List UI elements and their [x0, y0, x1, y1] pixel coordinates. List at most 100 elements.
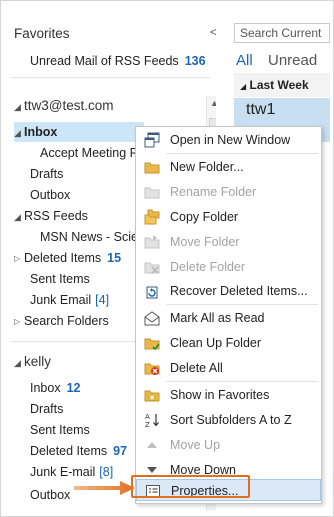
recover-icon — [144, 283, 160, 299]
unread-count: 12 — [66, 381, 81, 395]
svg-text:Z: Z — [145, 421, 150, 428]
menu-item-move-folder[interactable]: Move Folder — [136, 231, 321, 253]
menu-item-label: Delete Folder — [170, 260, 246, 274]
unread-count: 136 — [184, 54, 206, 68]
favorite-item[interactable]: Unread Mail of RSS Feeds 136 — [30, 51, 206, 71]
copy-folder-icon — [144, 209, 160, 225]
unread-count: 15 — [107, 251, 122, 265]
delete-all-icon — [144, 360, 160, 376]
mail-sender: ttw1 — [246, 101, 276, 118]
menu-separator — [166, 304, 318, 305]
folder-label: Deleted Items — [24, 251, 102, 265]
menu-item-sort-subfolders[interactable]: AZ Sort Subfolders A to Z — [136, 409, 321, 431]
cleanup-icon — [144, 335, 160, 351]
menu-item-label: Show in Favorites — [170, 388, 270, 402]
new-window-icon — [144, 132, 160, 148]
folder-drafts[interactable]: Drafts — [30, 164, 63, 184]
unread-count: 97 — [113, 444, 128, 458]
folder-label: RSS Feeds — [24, 209, 88, 223]
folder-label: Junk Email — [30, 293, 92, 307]
folder-context-menu: Open in New Window New Folder... Rename … — [135, 126, 322, 504]
group-header-label: Last Week — [249, 78, 309, 92]
menu-item-delete-all[interactable]: Delete All — [136, 357, 321, 379]
folder-msn-news[interactable]: MSN News - Scien — [40, 227, 145, 247]
folder-rss-feeds[interactable]: ◢ RSS Feeds — [14, 206, 88, 226]
menu-item-label: Move Up — [170, 438, 221, 452]
menu-item-label: Mark All as Read — [170, 311, 265, 325]
menu-item-open-new-window[interactable]: Open in New Window — [136, 129, 321, 151]
folder-search-folders[interactable]: ▷ Search Folders — [14, 311, 109, 331]
delete-folder-icon — [144, 259, 160, 275]
menu-item-copy-folder[interactable]: Copy Folder — [136, 206, 321, 228]
unread-count: [8] — [99, 465, 114, 479]
folder-deleted-items[interactable]: Deleted Items 97 — [30, 441, 127, 461]
folder-accept-meeting[interactable]: Accept Meeting Re — [40, 143, 146, 163]
menu-item-show-in-favorites[interactable]: Show in Favorites — [136, 384, 321, 406]
menu-separator — [166, 153, 318, 154]
properties-highlight-box — [131, 475, 250, 498]
move-folder-icon — [144, 234, 160, 250]
folder-label: Inbox — [30, 381, 61, 395]
sort-az-icon: AZ — [144, 412, 160, 429]
favorite-item-label: Unread Mail of RSS Feeds — [30, 54, 179, 68]
collapsed-chevron-icon: ▷ — [14, 253, 21, 263]
menu-item-label: Delete All — [170, 361, 223, 375]
folder-outbox[interactable]: Outbox — [30, 185, 70, 205]
scroll-up-icon[interactable]: ▲ — [210, 98, 216, 108]
menu-item-label: Recover Deleted Items... — [170, 284, 308, 298]
favorites-header[interactable]: Favorites — [14, 24, 70, 44]
folder-label: Deleted Items — [30, 444, 108, 458]
move-up-icon — [144, 437, 160, 453]
menu-item-move-up[interactable]: Move Up — [136, 434, 321, 456]
menu-item-label: Open in New Window — [170, 133, 291, 147]
divider — [10, 77, 210, 78]
pointer-arrow-icon — [74, 481, 135, 495]
group-collapse-icon: ◢ — [240, 82, 247, 91]
folder-sent-items[interactable]: Sent Items — [30, 269, 90, 289]
folder-label: Search Folders — [24, 314, 109, 328]
unread-count: [4] — [95, 293, 110, 307]
expanded-chevron-icon: ◢ — [14, 212, 21, 222]
folder-label: Junk E-mail — [30, 465, 96, 479]
new-folder-icon — [144, 159, 160, 175]
tab-all[interactable]: All — [236, 52, 253, 69]
account-email: ttw3@test.com — [24, 98, 114, 113]
account-header[interactable]: ◢ ttw3@test.com — [14, 96, 113, 116]
menu-item-clean-up-folder[interactable]: Clean Up Folder — [136, 332, 321, 354]
menu-item-recover-deleted[interactable]: Recover Deleted Items... — [136, 280, 321, 302]
menu-item-label: Clean Up Folder — [170, 336, 262, 350]
rename-folder-icon — [144, 184, 160, 200]
folder-inbox[interactable]: Inbox 12 — [30, 378, 81, 398]
search-input[interactable]: Search Current — [234, 23, 330, 43]
svg-text:A: A — [145, 413, 150, 421]
collapsed-chevron-icon: ▷ — [14, 316, 21, 326]
tab-unread[interactable]: Unread — [268, 52, 317, 69]
expanded-chevron-icon: ◢ — [14, 358, 21, 368]
favorites-icon — [144, 387, 160, 403]
collapse-pane-icon[interactable]: < — [210, 25, 216, 39]
menu-item-mark-all-read[interactable]: Mark All as Read — [136, 307, 321, 329]
folder-junk-email[interactable]: Junk E-mail [8] — [30, 462, 113, 482]
folder-deleted-items[interactable]: ▷ Deleted Items 15 — [14, 248, 121, 268]
expanded-chevron-icon: ◢ — [14, 102, 21, 112]
menu-item-delete-folder[interactable]: Delete Folder — [136, 256, 321, 278]
group-header[interactable]: ◢ Last Week — [234, 73, 330, 97]
outlook-window: Favorites < Unread Mail of RSS Feeds 136 … — [0, 0, 334, 517]
folder-label: Inbox — [24, 125, 58, 139]
menu-item-rename-folder[interactable]: Rename Folder — [136, 181, 321, 203]
mark-read-icon — [144, 310, 160, 326]
folder-outbox[interactable]: Outbox — [30, 485, 70, 505]
menu-item-label: Sort Subfolders A to Z — [170, 413, 292, 427]
menu-separator — [166, 381, 318, 382]
folder-drafts[interactable]: Drafts — [30, 399, 63, 419]
folder-junk-email[interactable]: Junk Email [4] — [30, 290, 109, 310]
menu-item-label: New Folder... — [170, 160, 244, 174]
menu-item-label: Copy Folder — [170, 210, 239, 224]
expanded-chevron-icon: ◢ — [14, 128, 21, 138]
menu-item-label: Rename Folder — [170, 185, 257, 199]
menu-item-new-folder[interactable]: New Folder... — [136, 156, 321, 178]
folder-sent-items[interactable]: Sent Items — [30, 420, 90, 440]
menu-item-label: Move Folder — [170, 235, 240, 249]
folder-inbox[interactable]: ◢ Inbox — [14, 122, 144, 142]
account-header[interactable]: ◢ kelly — [14, 352, 51, 372]
